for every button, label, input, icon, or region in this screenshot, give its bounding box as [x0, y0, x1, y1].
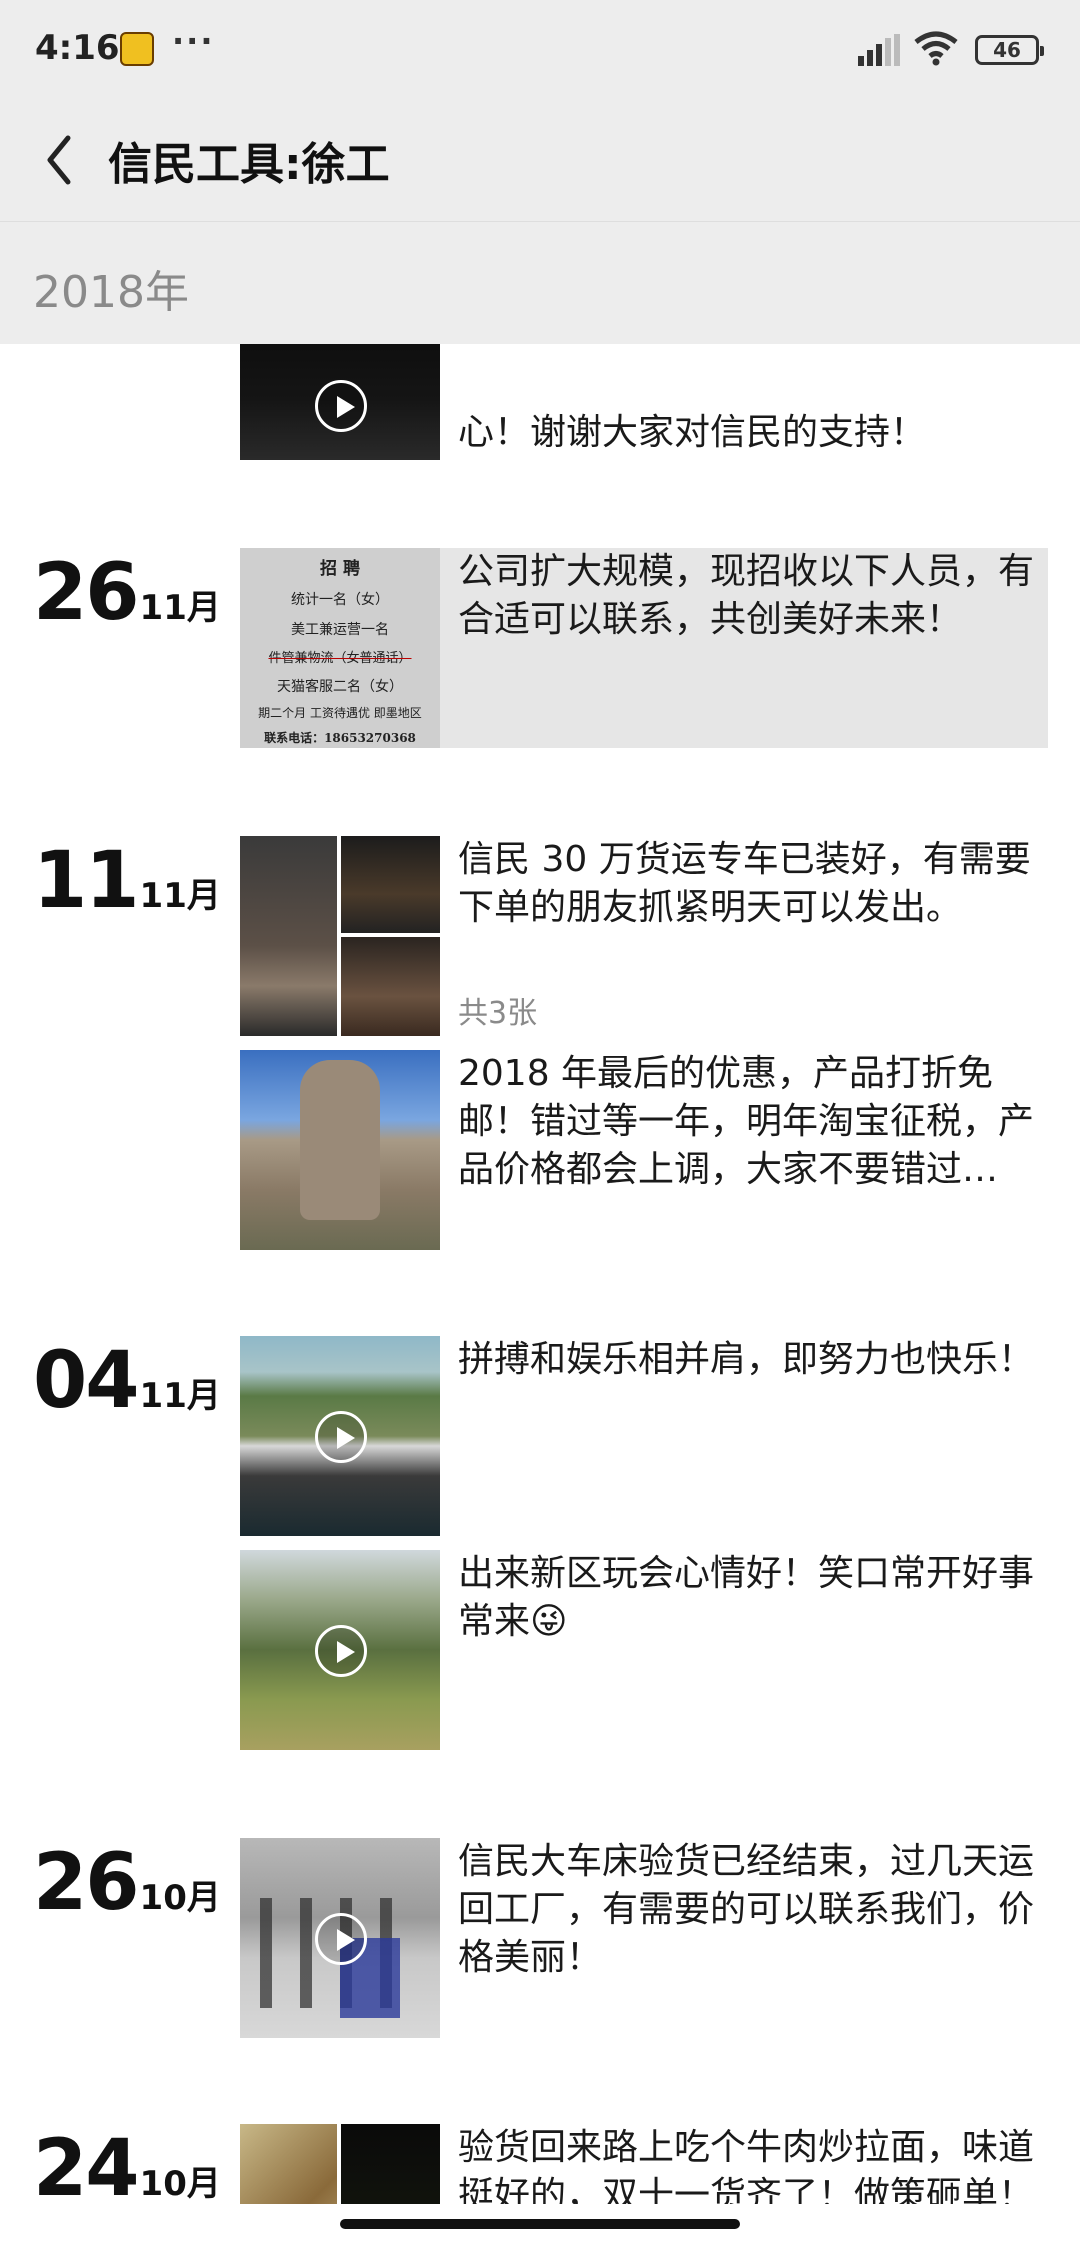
poster-line: 期二个月 工资待遇优 即墨地区	[258, 706, 422, 720]
list-item[interactable]: 1111月 信民 30 万货运专车已装好，有需要下单的朋友抓紧明天可以发出。 共…	[0, 836, 1080, 1056]
post-date: 1111月	[33, 836, 221, 926]
year-label: 2018年	[33, 267, 189, 318]
list-item[interactable]: 2018 年最后的优惠，产品打折免邮！错过等一年，明年淘宝征税，产品价格都会上调…	[0, 1050, 1080, 1270]
recruitment-poster[interactable]: 招 聘 统计一名（女） 美工兼运营一名 件管兼物流（女普通话） 天猫客服二名（女…	[240, 548, 440, 748]
play-icon	[315, 380, 367, 432]
post-date: 2611月	[33, 548, 221, 638]
list-item[interactable]: 出来新区玩会心情好！笑口常开好事常来😜	[0, 1550, 1080, 1770]
post-text: 信民 30 万货运专车已装好，有需要下单的朋友抓紧明天可以发出。	[458, 839, 1031, 928]
post-thumbnail[interactable]	[240, 344, 440, 460]
status-time: 4:16	[35, 28, 120, 68]
post-text: 出来新区玩会心情好！笑口常开好事常来😜	[458, 1553, 1035, 1642]
post-month: 11月	[139, 588, 221, 628]
post-thumbnail[interactable]	[240, 1838, 440, 2038]
battery-icon: 46	[975, 35, 1044, 65]
post-text: 公司扩大规模，现招收以下人员，有合适可以联系，共创美好未来！	[458, 551, 1035, 640]
grid-image[interactable]	[240, 2124, 337, 2204]
wifi-icon	[914, 31, 958, 66]
grid-image[interactable]	[341, 836, 440, 933]
home-indicator[interactable]	[340, 2219, 740, 2229]
list-item[interactable]: 心！谢谢大家对信民的支持！	[0, 344, 1080, 460]
post-thumbnail[interactable]	[240, 1336, 440, 1536]
poster-line: 天猫客服二名（女）	[277, 679, 403, 695]
app-icon	[120, 32, 154, 66]
play-icon	[315, 1913, 367, 1965]
chevron-left-icon[interactable]	[36, 130, 86, 190]
post-text: 信民大车床验货已经结束，过几天运回工厂，有需要的可以联系我们，价格美丽！	[458, 1841, 1035, 1978]
post-text: 验货回来路上吃个牛肉炒拉面，味道挺好的，双十一货齐了！做策砸单！	[458, 2127, 1035, 2204]
list-item[interactable]: 2611月 招 聘 统计一名（女） 美工兼运营一名 件管兼物流（女普通话） 天猫…	[0, 548, 1080, 768]
post-text: 2018 年最后的优惠，产品打折免邮！错过等一年，明年淘宝征税，产品价格都会上调…	[458, 1053, 1035, 1190]
gesture-bar	[0, 2204, 1080, 2248]
post-thumbnail[interactable]	[240, 1550, 440, 1750]
grid-image[interactable]	[341, 937, 440, 1036]
list-item[interactable]: 2610月 信民大车床验货已经结束，过几天运回工厂，有需要的可以联系我们，价格美…	[0, 1838, 1080, 2058]
poster-line: 件管兼物流（女普通话）	[268, 651, 412, 666]
image-count: 共3张	[458, 996, 538, 1031]
post-thumbnail[interactable]	[240, 1050, 440, 1250]
grid-image[interactable]	[240, 836, 337, 1036]
signal-icon	[858, 34, 900, 66]
image-grid[interactable]	[240, 836, 440, 1036]
poster-phone: 联系电话：18653270368	[264, 731, 416, 745]
rock-formation	[300, 1060, 380, 1220]
post-text: 心！谢谢大家对信民的支持！	[458, 412, 927, 453]
play-icon	[315, 1625, 367, 1677]
post-day: 11	[33, 836, 140, 926]
post-month: 11月	[139, 1376, 221, 1416]
grid-image[interactable]	[341, 2124, 440, 2204]
status-bar: 4:16 ··· 46	[0, 0, 1080, 100]
post-text: 拼搏和娱乐相并肩，即努力也快乐！	[458, 1339, 1035, 1380]
post-month: 11月	[139, 876, 221, 916]
post-month: 10月	[139, 2164, 221, 2204]
post-day: 26	[33, 1838, 140, 1928]
play-icon	[315, 1411, 367, 1463]
post-date: 2410月	[33, 2124, 221, 2204]
more-notifications-icon: ···	[172, 22, 215, 60]
top-bar: 信民工具:徐工	[0, 100, 1080, 222]
post-day: 26	[33, 548, 140, 638]
list-item[interactable]: 0411月 拼搏和娱乐相并肩，即努力也快乐！	[0, 1336, 1080, 1556]
list-item[interactable]: 2410月 验货回来路上吃个牛肉炒拉面，味道挺好的，双十一货齐了！做策砸单！	[0, 2124, 1080, 2204]
post-date: 0411月	[33, 1336, 221, 1426]
timeline-list[interactable]: 心！谢谢大家对信民的支持！ 2611月 招 聘 统计一名（女） 美工兼运营一名 …	[0, 344, 1080, 2204]
post-day: 24	[33, 2124, 140, 2204]
poster-line: 统计一名（女）	[291, 592, 389, 608]
post-date: 2610月	[33, 1838, 221, 1928]
year-header: 2018年	[0, 222, 1080, 344]
post-month: 10月	[139, 1878, 221, 1918]
poster-line: 美工兼运营一名	[291, 622, 389, 638]
post-day: 04	[33, 1336, 140, 1426]
image-grid[interactable]	[240, 2124, 440, 2204]
page-title: 信民工具:徐工	[108, 139, 390, 190]
poster-title: 招 聘	[320, 559, 360, 579]
